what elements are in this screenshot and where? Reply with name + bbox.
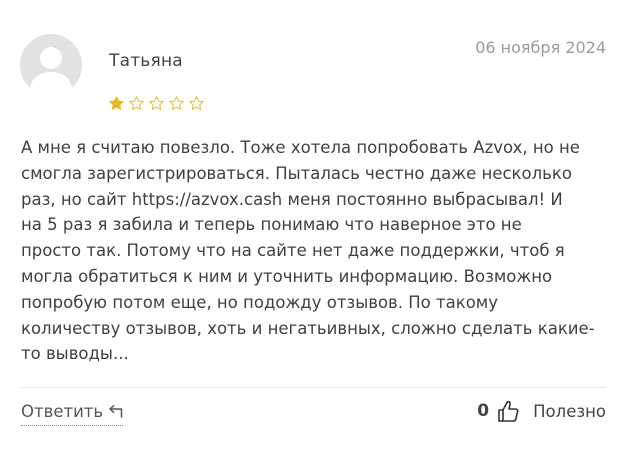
user-silhouette-icon bbox=[20, 34, 82, 96]
thumbs-up-icon[interactable] bbox=[497, 399, 519, 423]
star-outline-icon bbox=[149, 96, 164, 110]
helpful-count: 0 bbox=[477, 401, 490, 421]
star-outline-icon bbox=[129, 96, 144, 110]
star-outline-icon bbox=[189, 96, 204, 110]
reply-label: Ответить bbox=[21, 402, 104, 421]
avatar bbox=[20, 34, 82, 96]
helpful-widget: 0 Полезно bbox=[477, 399, 606, 423]
star-rating bbox=[108, 95, 205, 112]
star-outline-icon bbox=[169, 96, 184, 110]
reply-arrow-icon bbox=[109, 404, 123, 418]
reply-button[interactable]: Ответить bbox=[21, 402, 124, 426]
review-text: А мне я считаю повезло. Тоже хотела попр… bbox=[21, 138, 595, 364]
review-date: 06 ноября 2024 bbox=[475, 38, 606, 57]
helpful-label: Полезно bbox=[533, 401, 606, 421]
review-author: Татьяна bbox=[109, 51, 183, 71]
review-card: Татьяна 06 ноября 2024 А мне я считаю по… bbox=[0, 0, 628, 466]
divider bbox=[21, 387, 606, 388]
star-filled-icon bbox=[109, 96, 124, 110]
